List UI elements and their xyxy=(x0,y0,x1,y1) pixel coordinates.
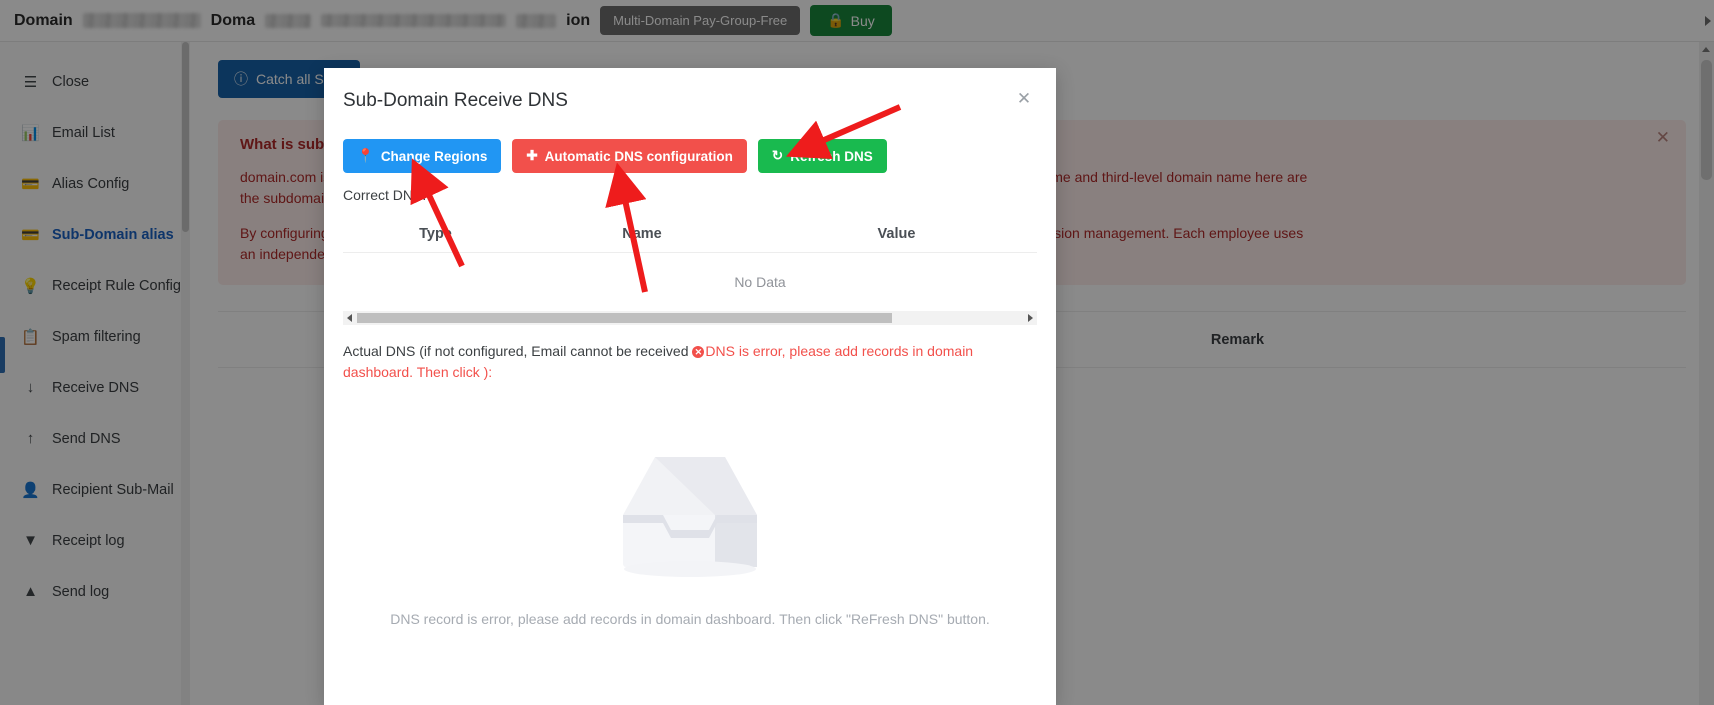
automatic-dns-configuration-button[interactable]: ✚ Automatic DNS configuration xyxy=(512,139,747,173)
automatic-dns-label: Automatic DNS configuration xyxy=(544,148,733,164)
scroll-right-arrow[interactable] xyxy=(1028,314,1033,322)
refresh-icon: ↻ xyxy=(771,148,784,163)
correct-dns-table: Type Name Value No Data xyxy=(343,215,1037,325)
dns-header-value: Value xyxy=(877,225,916,242)
location-pin-icon: 📍 xyxy=(357,148,374,163)
change-regions-label: Change Regions xyxy=(380,148,488,164)
actual-dns-description: Actual DNS (if not configured, Email can… xyxy=(343,341,1037,383)
modal-action-buttons: 📍 Change Regions ✚ Automatic DNS configu… xyxy=(343,139,1037,173)
dns-header-type: Type xyxy=(419,225,452,242)
scroll-left-arrow[interactable] xyxy=(347,314,352,322)
error-circle-icon: ✕ xyxy=(692,346,705,358)
refresh-dns-button[interactable]: ↻ Refresh DNS xyxy=(757,139,887,173)
dns-table-header-row: Type Name Value xyxy=(343,215,1037,253)
change-regions-button[interactable]: 📍 Change Regions xyxy=(343,139,502,173)
plus-circle-icon: ✚ xyxy=(526,148,538,163)
screenshot-root: Domain Doma ion Multi-Domain Pay-Group-F… xyxy=(0,0,1714,705)
empty-state-caption: DNS record is error, please add records … xyxy=(390,611,990,627)
dns-table-horizontal-scrollbar[interactable] xyxy=(343,311,1037,325)
refresh-dns-label: Refresh DNS xyxy=(790,148,873,164)
sub-domain-receive-dns-modal: Sub-Domain Receive DNS ✕ 📍 Change Region… xyxy=(324,68,1056,705)
dns-table-scroll-thumb[interactable] xyxy=(357,313,892,323)
empty-state: DNS record is error, please add records … xyxy=(343,427,1037,627)
modal-header: Sub-Domain Receive DNS ✕ xyxy=(343,68,1037,112)
modal-title: Sub-Domain Receive DNS xyxy=(343,90,568,111)
close-icon[interactable]: ✕ xyxy=(1013,88,1035,110)
actual-dns-prefix: Actual DNS (if not configured, Email can… xyxy=(343,343,693,359)
correct-dns-label: Correct DNS: xyxy=(343,187,427,203)
dns-table-empty-state: No Data xyxy=(734,274,786,290)
dns-header-name: Name xyxy=(622,225,662,242)
empty-box-illustration xyxy=(623,457,757,577)
